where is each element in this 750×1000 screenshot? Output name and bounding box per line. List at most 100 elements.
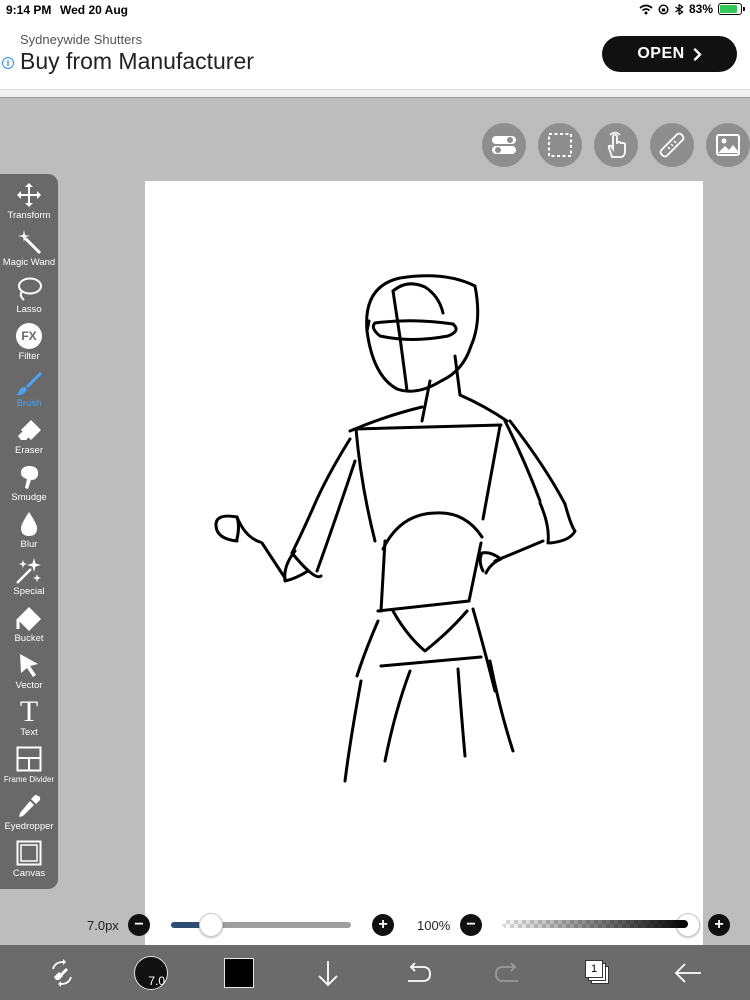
tool-brush[interactable]: Brush [0,368,58,415]
tool-label: Smudge [11,492,47,503]
brush-size-plus-button[interactable]: + [372,914,394,936]
ruler-icon [659,132,685,158]
lock-rotation-icon [658,3,669,15]
tool-label: Frame Divider [3,775,55,784]
battery-percent: 83% [688,2,713,16]
color-swatch [224,957,254,988]
layers-icon: 1 [585,959,611,986]
brush-size-minus-button[interactable]: − [128,914,150,936]
top-tools [482,123,750,167]
image-button[interactable] [706,123,750,167]
sketch-figure [214,274,577,783]
eyedropper-icon [19,795,41,817]
tool-transform[interactable]: Transform [0,180,58,227]
ruler-button[interactable] [650,123,694,167]
tool-label: Filter [18,351,40,362]
toggle-button[interactable] [482,123,526,167]
arrow-down-icon [318,960,338,986]
tool-label: Brush [16,398,42,409]
tool-text[interactable]: T Text [0,697,58,744]
brush-size-knob[interactable] [198,913,223,937]
canvas-icon [16,840,42,866]
brush-size-label: 7.0px [87,918,119,933]
frame-divider-icon [16,746,42,772]
toggle-icon [492,136,516,154]
tool-canvas[interactable]: Canvas [0,838,58,885]
status-right: 83% [639,2,745,16]
move-arrows-icon [17,183,41,207]
redo-button[interactable] [488,945,528,1000]
tool-blur[interactable]: Blur [0,509,58,556]
brush-size-indicator-value: 7.0 [148,973,165,988]
tool-frame-divider[interactable]: Frame Divider [0,744,58,791]
tool-label: Bucket [14,633,44,644]
ad-info-icon[interactable]: i [2,57,14,69]
ad-advertiser: Sydneywide Shutters [20,32,143,47]
ad-open-button[interactable]: OPEN [602,36,737,72]
layer-count: 1 [590,962,598,975]
tool-special[interactable]: Special [0,556,58,603]
back-button[interactable] [668,945,708,1000]
selection-icon [548,133,572,157]
tool-label: Magic Wand [2,257,56,268]
bottom-bar: 7.0 1 [0,945,750,1000]
tool-label: Vector [15,680,43,691]
undo-icon [408,961,431,982]
chevron-right-icon [693,47,702,61]
tool-smudge[interactable]: Smudge [0,462,58,509]
fx-icon: FX [16,323,42,349]
left-toolbar: Transform Magic Wand Lasso FX Filter Bru… [0,174,58,889]
cursor-arrow-icon [20,654,38,677]
selection-button[interactable] [538,123,582,167]
ad-headline[interactable]: Buy from Manufacturer [20,48,254,75]
text-icon: T [19,695,39,728]
layers-button[interactable]: 1 [580,945,616,1000]
ad-divider [0,90,750,98]
magic-wand-icon [18,230,42,255]
brush-icon [16,372,42,396]
tool-vector[interactable]: Vector [0,650,58,697]
battery-icon [718,3,745,15]
tool-bucket[interactable]: Bucket [0,603,58,650]
wifi-icon [639,4,653,14]
opacity-plus-button[interactable]: + [708,914,730,936]
tool-label: Text [20,727,38,738]
tool-label: Canvas [12,868,46,879]
tool-label: Transform [7,210,51,221]
opacity-slider[interactable] [502,920,688,928]
opacity-minus-button[interactable]: − [460,914,482,936]
ad-banner[interactable]: i Sydneywide Shutters Buy from Manufactu… [0,20,750,90]
tool-eyedropper[interactable]: Eyedropper [0,791,58,838]
smudge-icon [20,466,39,489]
tool-label: Blur [20,539,38,550]
drop-icon [21,512,37,536]
status-bar: 9:14 PM Wed 20 Aug 83% [0,0,750,20]
status-date: Wed 20 Aug [60,3,129,17]
bluetooth-icon [675,3,684,15]
ad-open-label: OPEN [637,45,685,62]
drawing-canvas[interactable] [145,181,703,970]
tool-label: Lasso [16,304,42,315]
color-button[interactable] [220,945,258,1000]
swap-tool-button[interactable] [40,945,84,1000]
hand-gesture-button[interactable] [594,123,638,167]
tool-filter[interactable]: FX Filter [0,321,58,368]
hand-gesture-icon [607,131,626,158]
brush-eraser-swap-icon [52,958,72,987]
tool-magic-wand[interactable]: Magic Wand [0,227,58,274]
status-time: 9:14 PM [6,3,52,17]
tool-label: Eraser [15,445,43,456]
tool-eraser[interactable]: Eraser [0,415,58,462]
brush-size-indicator-button[interactable]: 7.0 [131,945,171,1000]
download-button[interactable] [310,945,346,1000]
tool-label: Special [13,586,45,597]
tool-lasso[interactable]: Lasso [0,274,58,321]
tool-label: Eyedropper [4,821,54,832]
redo-icon [495,961,518,982]
sparkle-icon [16,558,41,584]
undo-button[interactable] [398,945,438,1000]
brush-size-indicator: 7.0 [134,955,168,990]
bucket-icon [16,607,41,631]
opacity-label: 100% [417,918,451,933]
lasso-icon [18,277,42,301]
